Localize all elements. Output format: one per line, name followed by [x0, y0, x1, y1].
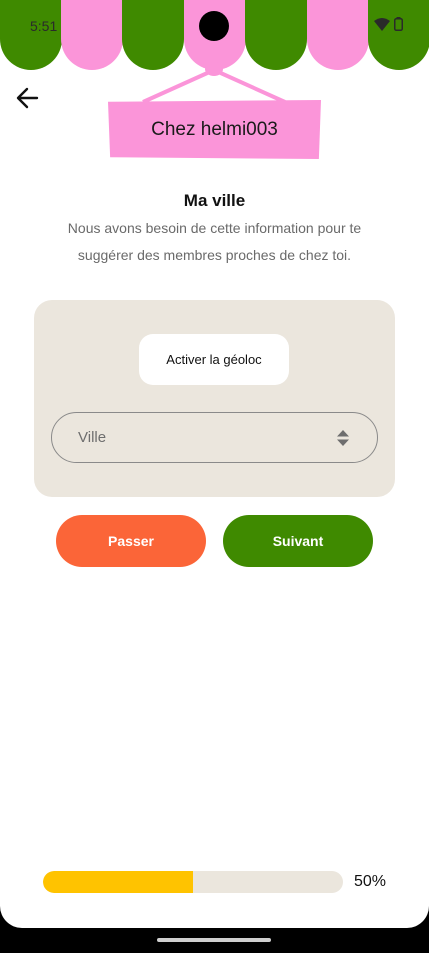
sign-title: Chez helmi003: [151, 118, 278, 140]
home-indicator[interactable]: [157, 938, 271, 942]
select-arrows-icon: [337, 430, 349, 446]
skip-button[interactable]: Passer: [56, 515, 206, 567]
city-select[interactable]: Ville: [51, 412, 378, 463]
sign-hook: [205, 62, 223, 76]
app-screen: 5:51 Chez helmi003 Ma ville Nous avons b…: [0, 0, 429, 928]
sign-strings: [142, 68, 286, 104]
page-subtitle: Nous avons besoin de cette information p…: [67, 220, 362, 263]
next-button[interactable]: Suivant: [223, 515, 373, 567]
back-button[interactable]: [14, 85, 42, 111]
progress-label: 50%: [354, 873, 387, 890]
location-panel: Activer la géoloc Ville: [34, 300, 395, 497]
city-select-placeholder: Ville: [78, 429, 107, 446]
geolocation-button[interactable]: Activer la géoloc: [139, 334, 289, 385]
shop-sign: Chez helmi003: [108, 100, 321, 159]
progress-bar-fill: [43, 871, 193, 893]
progress-bar: [43, 871, 343, 893]
arrow-left-icon: [16, 87, 39, 109]
page-title: Ma ville: [183, 191, 246, 210]
